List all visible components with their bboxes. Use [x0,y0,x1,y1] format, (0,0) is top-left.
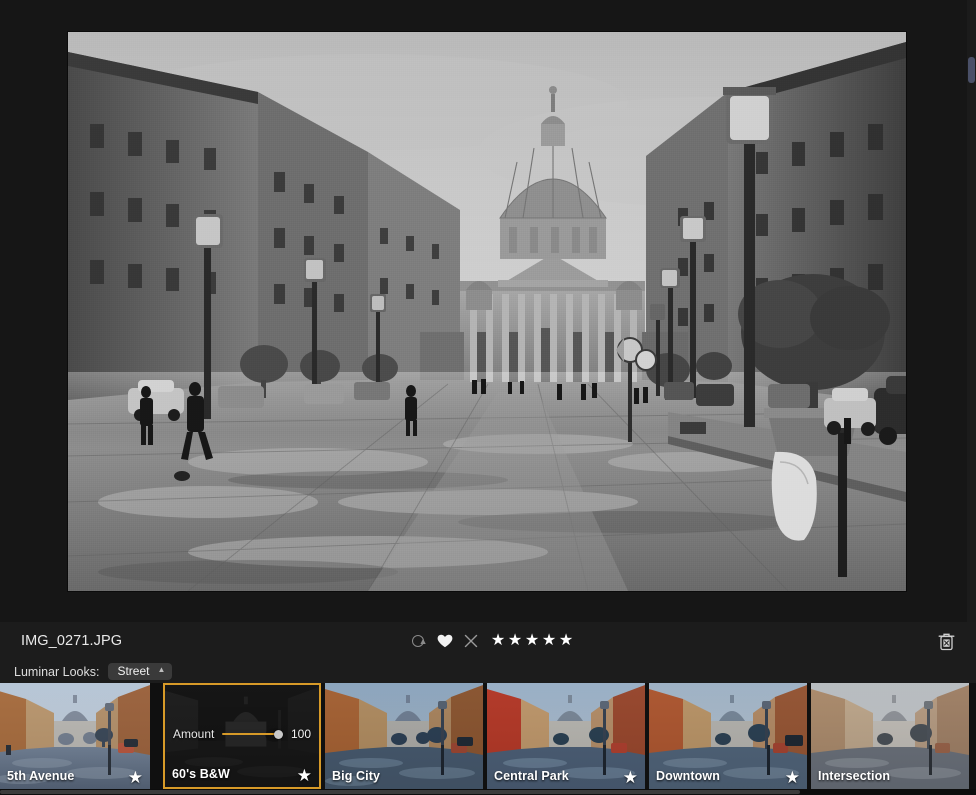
amount-label: Amount [173,727,215,741]
preset-name: Central Park [494,769,569,783]
rating-controls: ▲ ★ ★ ★ ★ ★ [406,622,574,660]
delete-button[interactable] [935,622,957,660]
preset-favorite-star[interactable]: ★ [297,767,312,784]
star-4[interactable]: ★ [541,633,557,649]
preset-name: Downtown [656,769,720,783]
preset-card-big-city[interactable]: Big City [325,683,483,789]
heart-icon [437,634,453,648]
looks-filmstrip[interactable]: 5th Avenue ★ Amount 100 60's B&W ★ Big C… [0,683,976,795]
luminar-looks-label: Luminar Looks: [14,664,100,679]
luminar-looks-header: Luminar Looks: Street ▲ [0,660,976,683]
preset-favorite-star[interactable]: ★ [623,769,638,786]
main-photo[interactable] [68,32,906,591]
unflag-button[interactable]: ▲ [406,622,432,660]
photo-canvas [0,0,976,622]
looks-category-dropdown[interactable]: Street ▲ [108,663,173,680]
preset-name: Intersection [818,769,891,783]
preset-card-60s-bw[interactable]: Amount 100 60's B&W ★ [163,683,321,789]
canvas-scrollbar-track[interactable] [967,0,976,622]
star-2[interactable]: ★ [507,633,523,649]
preset-card-central-park[interactable]: Central Park ★ [487,683,645,789]
canvas-scrollbar-thumb[interactable] [968,57,975,83]
preset-card-5th-avenue[interactable]: 5th Avenue ★ [0,683,150,789]
star-5[interactable]: ★ [558,633,574,649]
star-1[interactable]: ★ [490,633,506,649]
preset-name: 60's B&W [172,767,230,781]
preset-name: 5th Avenue [7,769,75,783]
preset-favorite-star[interactable]: ★ [128,769,143,786]
x-icon [464,634,478,648]
trash-icon [938,633,954,650]
filmstrip-scrollbar-track[interactable] [0,789,976,795]
amount-slider-track[interactable] [222,729,283,739]
amount-value: 100 [290,727,311,741]
amount-slider-knob[interactable] [274,729,283,739]
amount-slider-row[interactable]: Amount 100 [173,727,311,741]
preset-name: Big City [332,769,381,783]
luminar-window: IMG_0271.JPG ▲ ★ ★ ★ ★ ★ Luminar Looks: … [0,0,976,795]
looks-category-value: Street [117,664,150,678]
photo-image [68,32,906,591]
reject-button[interactable] [458,622,484,660]
circle-caret-icon: ▲ [411,634,428,649]
star-rating[interactable]: ★ ★ ★ ★ ★ [490,633,574,649]
image-info-bar: IMG_0271.JPG ▲ ★ ★ ★ ★ ★ [0,622,976,660]
preset-card-intersection[interactable]: Intersection [811,683,969,789]
chevron-up-icon: ▲ [157,665,166,674]
file-name-label: IMG_0271.JPG [21,633,123,649]
filmstrip-scrollbar-thumb[interactable] [0,790,800,794]
preset-favorite-star[interactable]: ★ [785,769,800,786]
preset-card-downtown[interactable]: Downtown ★ [649,683,807,789]
star-3[interactable]: ★ [524,633,540,649]
favorite-button[interactable] [432,622,458,660]
